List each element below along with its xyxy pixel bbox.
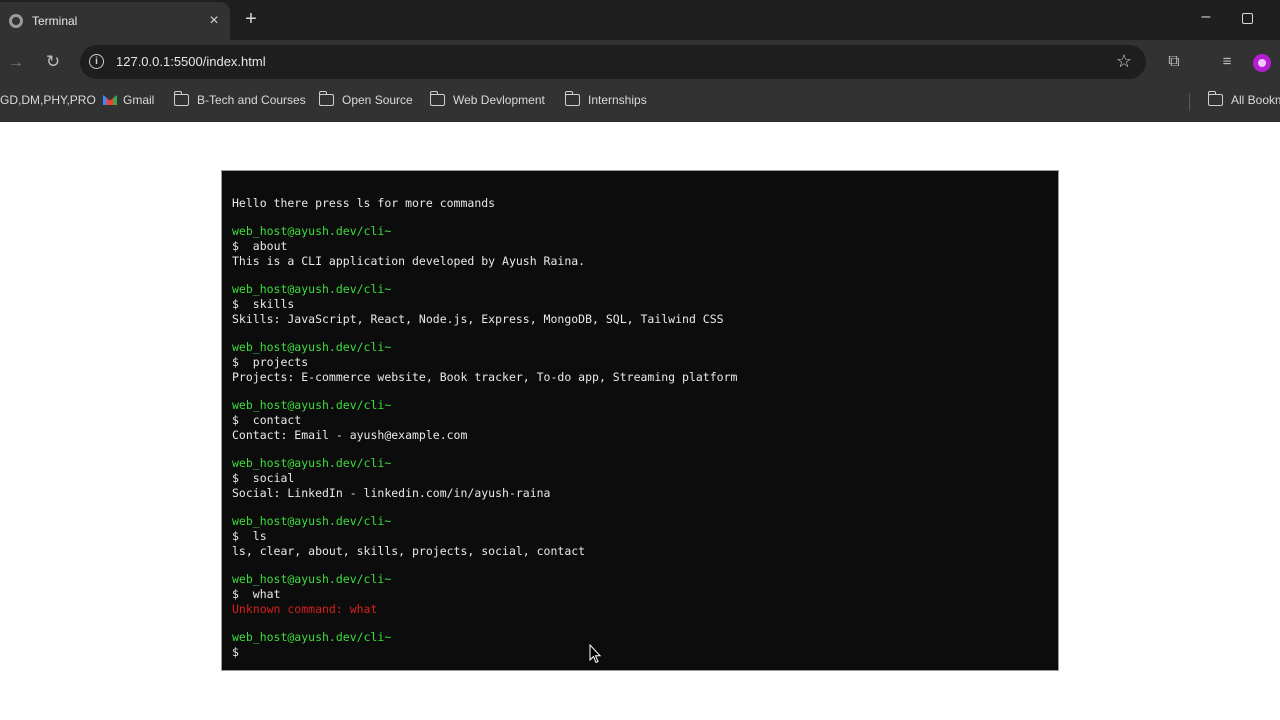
command-output: Contact: Email - ayush@example.com: [232, 428, 468, 442]
mouse-cursor-icon: [589, 644, 601, 664]
prompt-symbol: $: [232, 297, 239, 311]
bookmark-label: Internships: [588, 93, 647, 107]
reload-icon[interactable]: ↻: [43, 53, 63, 70]
command-output: This is a CLI application developed by A…: [232, 254, 586, 268]
forward-arrow-icon[interactable]: →: [6, 55, 26, 71]
prompt-symbol: $: [232, 587, 239, 601]
command-output: Skills: JavaScript, React, Node.js, Expr…: [232, 312, 724, 326]
globe-icon: [9, 14, 23, 28]
new-tab-button[interactable]: +: [240, 8, 262, 30]
prompt-host: web_host@ayush.dev/cli~: [232, 514, 392, 528]
command-input[interactable]: $: [232, 645, 239, 659]
site-info-icon[interactable]: i: [89, 54, 104, 69]
command-text: skills: [252, 297, 295, 311]
command-text: what: [252, 587, 281, 601]
prompt-spacer: [239, 413, 253, 427]
prompt-symbol: $: [232, 645, 239, 659]
folder-icon: [174, 91, 189, 106]
bookmark-label: Web Devlopment: [453, 93, 545, 107]
greeting-text: Hello there press ls for more commands: [232, 196, 496, 210]
prompt-spacer: [239, 529, 253, 543]
prompt-host: web_host@ayush.dev/cli~: [232, 282, 392, 296]
prompt-symbol: $: [232, 413, 239, 427]
bookmark-folder[interactable]: Internships: [565, 91, 647, 107]
folder-icon: [565, 91, 580, 106]
command-line: $ what: [232, 587, 281, 601]
bookmarks-bar: GD,DM,PHY,PRO Gmail B-Tech and Courses O…: [0, 85, 1280, 122]
prompt-symbol: $: [232, 239, 239, 253]
prompt-spacer: [239, 297, 253, 311]
tab-close-button[interactable]: ×: [202, 13, 226, 29]
bookmark-folder[interactable]: B-Tech and Courses: [174, 91, 306, 107]
url-text[interactable]: 127.0.0.1:5500/index.html: [116, 54, 266, 69]
prompt-host: web_host@ayush.dev/cli~: [232, 340, 392, 354]
command-line: $ projects: [232, 355, 308, 369]
command-line: $ ls: [232, 529, 267, 543]
prompt-symbol: $: [232, 471, 239, 485]
bookmark-label: Gmail: [123, 93, 155, 107]
command-text: about: [252, 239, 288, 253]
folder-icon: [319, 91, 334, 106]
bookmark-label: B-Tech and Courses: [197, 93, 306, 107]
restore-button[interactable]: [1242, 13, 1253, 24]
prompt-host: web_host@ayush.dev/cli~: [232, 630, 392, 644]
prompt-spacer: [239, 239, 253, 253]
prompt-symbol: $: [232, 529, 239, 543]
bookmarks-divider: [1189, 93, 1190, 111]
all-bookmarks-button[interactable]: All Bookm: [1208, 91, 1280, 107]
bookmark-star-icon[interactable]: ☆: [1116, 51, 1132, 72]
tab-terminal[interactable]: Terminal ×: [0, 2, 230, 40]
bookmark-label: GD,DM,PHY,PRO: [0, 93, 96, 107]
command-output: Projects: E-commerce website, Book track…: [232, 370, 738, 384]
gmail-icon: [103, 95, 117, 105]
bookmark-label: Open Source: [342, 93, 413, 107]
extensions-icon[interactable]: ⧉: [1164, 54, 1184, 70]
prompt-host: web_host@ayush.dev/cli~: [232, 224, 392, 238]
bookmark-folder[interactable]: Open Source: [319, 91, 413, 107]
bookmark-folder[interactable]: Web Devlopment: [430, 91, 545, 107]
tab-title: Terminal: [32, 14, 78, 28]
command-line: $ social: [232, 471, 294, 485]
prompt-spacer: [239, 471, 253, 485]
command-text: social: [252, 471, 295, 485]
error-output: Unknown command: what: [232, 602, 378, 616]
command-text: projects: [252, 355, 309, 369]
folder-icon: [1208, 91, 1223, 106]
command-text: ls: [252, 529, 267, 543]
command-output: Social: LinkedIn - linkedin.com/in/ayush…: [232, 486, 551, 500]
folder-icon: [430, 91, 445, 106]
terminal-window[interactable]: Hello there press ls for more commands w…: [221, 170, 1059, 671]
prompt-host: web_host@ayush.dev/cli~: [232, 398, 392, 412]
address-bar[interactable]: i 127.0.0.1:5500/index.html ☆: [80, 45, 1146, 79]
profile-avatar-icon[interactable]: [1253, 54, 1271, 72]
tab-bar: Terminal × + –: [0, 0, 1280, 40]
prompt-host: web_host@ayush.dev/cli~: [232, 456, 392, 470]
media-queue-icon[interactable]: ≡: [1217, 54, 1237, 70]
command-line: $ about: [232, 239, 287, 253]
bookmark-gmail[interactable]: Gmail: [103, 93, 154, 107]
command-text: contact: [252, 413, 302, 427]
bookmark-item[interactable]: GD,DM,PHY,PRO: [0, 93, 96, 107]
command-line: $ contact: [232, 413, 301, 427]
prompt-symbol: $: [232, 355, 239, 369]
command-output: ls, clear, about, skills, projects, soci…: [232, 544, 586, 558]
bookmark-label: All Bookm: [1231, 93, 1280, 107]
command-line: $ skills: [232, 297, 294, 311]
browser-toolbar: → ↻ i 127.0.0.1:5500/index.html ☆ ⧉ ≡: [0, 40, 1280, 85]
minimize-button[interactable]: –: [1196, 8, 1216, 26]
prompt-spacer: [239, 587, 253, 601]
prompt-spacer: [239, 355, 253, 369]
prompt-host: web_host@ayush.dev/cli~: [232, 572, 392, 586]
